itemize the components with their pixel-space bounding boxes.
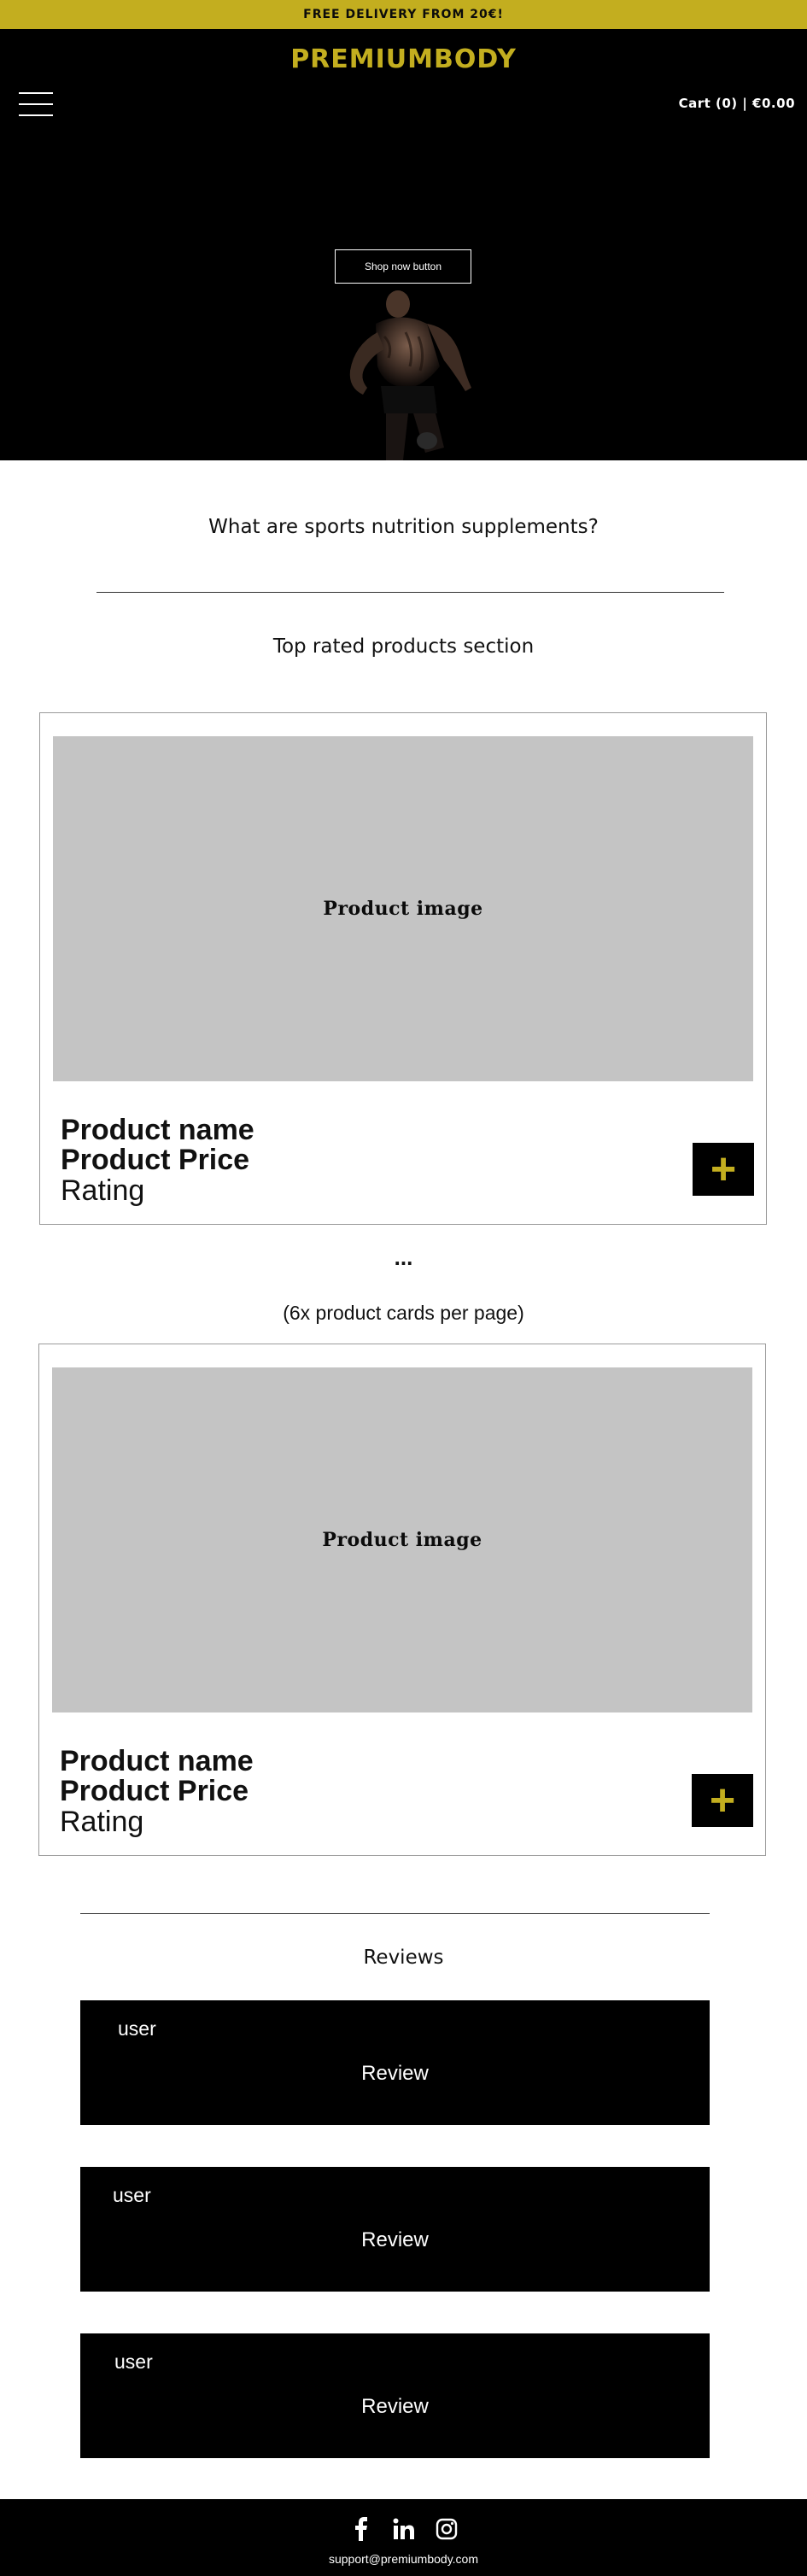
product-price: Product Price [60, 1775, 249, 1807]
brand-logo[interactable]: PREMIUMBODY [0, 44, 807, 74]
intro-title: What are sports nutrition supplements? [208, 516, 599, 538]
product-card[interactable]: Product image Product name Product Price… [39, 712, 767, 1225]
announcement-bar: FREE DELIVERY FROM 20€! [0, 0, 807, 29]
per-page-note: (6x product cards per page) [283, 1302, 524, 1324]
reviews-title: Reviews [363, 1947, 444, 1969]
facebook-icon[interactable] [349, 2517, 373, 2541]
product-name[interactable]: Product name [61, 1115, 254, 1145]
divider [96, 592, 724, 593]
review-text: Review [361, 2228, 429, 2251]
more-products-ellipsis: ... [394, 1244, 413, 1270]
product-card[interactable]: Product image Product name Product Price… [38, 1344, 766, 1856]
review-user: user [118, 2017, 156, 2040]
review-text: Review [361, 2395, 429, 2418]
athlete-image [349, 290, 471, 460]
footer: support@premiumbody.com [0, 2499, 807, 2576]
product-price: Product Price [61, 1144, 250, 1176]
shop-now-button[interactable]: Shop now button [335, 249, 471, 284]
review-text: Review [361, 2062, 429, 2085]
review-card: user Review [80, 2000, 710, 2125]
plus-icon: + [709, 1776, 736, 1825]
linkedin-icon[interactable] [392, 2517, 416, 2541]
instagram-icon[interactable] [435, 2517, 459, 2541]
plus-icon: + [710, 1145, 737, 1194]
product-name[interactable]: Product name [60, 1746, 254, 1777]
cart-link[interactable]: Cart (0) | €0.00 [679, 96, 795, 111]
top-rated-title: Top rated products section [272, 635, 535, 658]
review-card: user Review [80, 2333, 710, 2458]
product-image[interactable]: Product image [52, 1367, 752, 1712]
support-email-link[interactable]: support@premiumbody.com [0, 2552, 807, 2566]
hero-section: PREMIUMBODY Cart (0) | €0.00 Shop now bu… [0, 29, 807, 460]
review-user: user [114, 2351, 153, 2373]
product-rating: Rating [60, 1806, 144, 1838]
add-to-cart-button[interactable]: + [693, 1143, 754, 1196]
divider [80, 1913, 710, 1914]
add-to-cart-button[interactable]: + [692, 1774, 753, 1827]
review-user: user [113, 2184, 151, 2206]
hamburger-menu-icon[interactable] [19, 91, 53, 118]
announcement-text: FREE DELIVERY FROM 20€! [303, 8, 504, 21]
product-rating: Rating [61, 1174, 145, 1207]
review-card: user Review [80, 2167, 710, 2292]
social-links [0, 2517, 807, 2541]
product-image[interactable]: Product image [53, 736, 753, 1081]
